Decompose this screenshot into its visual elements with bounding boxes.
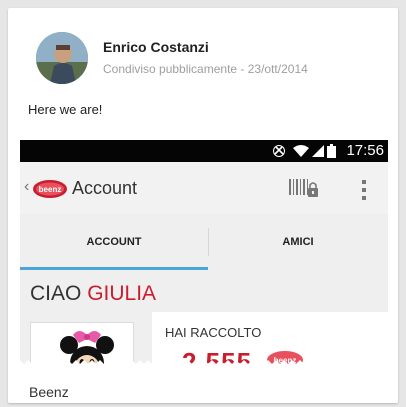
battery-icon (327, 144, 336, 158)
rotation-icon (273, 145, 285, 157)
post-card: Enrico Costanzi Condiviso pubblicamente … (8, 8, 398, 403)
status-bar: 17:56 (20, 140, 388, 162)
link-caption[interactable]: Beenz (8, 365, 398, 403)
caption-title: Beenz (29, 384, 69, 400)
greeting: CIAO GIULIA (30, 282, 156, 306)
greeting-name: GIULIA (87, 282, 157, 305)
greeting-prefix: CIAO (30, 282, 82, 305)
tab-bar: ACCOUNT AMICI (20, 214, 388, 270)
post-meta: Condiviso pubblicamente - 23/ott/2014 (103, 62, 308, 76)
wifi-icon (293, 145, 309, 157)
tab-account[interactable]: ACCOUNT (20, 214, 208, 270)
post-text: Here we are! (28, 102, 103, 117)
post-author[interactable]: Enrico Costanzi (103, 39, 209, 55)
beenz-logo: beenz (33, 180, 67, 198)
signal-icon (312, 145, 324, 157)
back-icon[interactable]: ‹ (24, 178, 29, 196)
tab-amici[interactable]: AMICI (208, 214, 388, 270)
status-time: 17:56 (346, 142, 384, 159)
app-bar: ‹ beenz Account (20, 162, 388, 214)
app-title: Account (72, 178, 138, 198)
collected-label: HAI RACCOLTO (165, 325, 262, 340)
barcode-scan-icon[interactable] (288, 177, 320, 199)
avatar[interactable] (36, 32, 88, 84)
svg-text:beenz: beenz (39, 185, 62, 194)
tab-indicator (20, 267, 208, 270)
overflow-menu-icon[interactable] (354, 177, 374, 203)
